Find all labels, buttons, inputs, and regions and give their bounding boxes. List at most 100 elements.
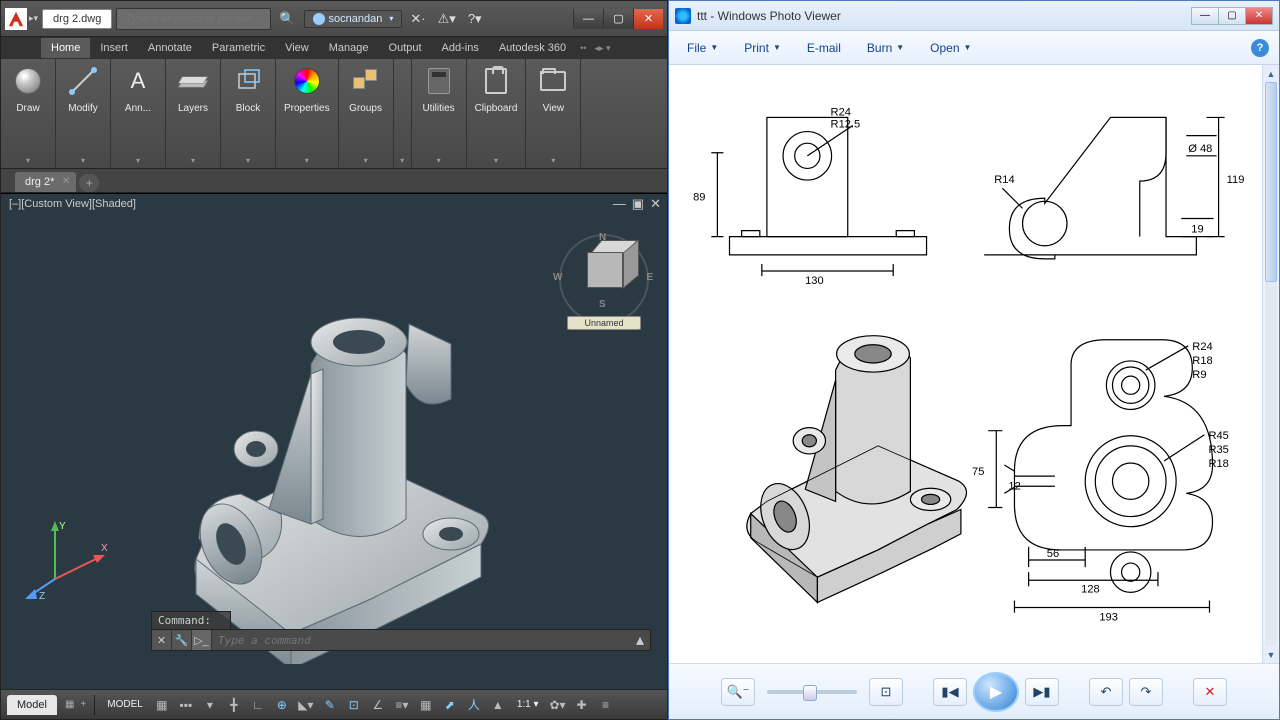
close-button[interactable]: ✕ — [633, 9, 663, 29]
gear-icon[interactable]: ✿▾ — [547, 694, 569, 716]
viewcube[interactable]: N W E S Unnamed — [559, 234, 649, 324]
cmd-options-icon[interactable]: 🔧 — [172, 630, 192, 650]
help-icon[interactable]: ?▾ — [464, 11, 486, 27]
polar-button[interactable]: ⊕ — [271, 694, 293, 716]
panel-modify[interactable]: Modify▾ — [56, 59, 111, 168]
panel-clipboard[interactable]: Clipboard▾ — [467, 59, 527, 168]
lineweight-button[interactable]: ≡▾ — [391, 694, 413, 716]
menu-print[interactable]: Print▼ — [736, 37, 789, 59]
panel-view[interactable]: View▾ — [526, 59, 581, 168]
tab-addins[interactable]: Add-ins — [432, 38, 489, 58]
zoom-slider[interactable] — [767, 690, 857, 694]
delete-button[interactable]: ✕ — [1193, 678, 1227, 706]
snap-button[interactable]: ▪▪▪ — [175, 694, 197, 716]
panel-utilities[interactable]: Utilities▾ — [412, 59, 467, 168]
transparency-button[interactable]: ▦ — [415, 694, 437, 716]
customize-button[interactable]: ✚ — [571, 694, 593, 716]
space-label[interactable]: MODEL — [101, 699, 149, 710]
panel-layers[interactable]: Layers▾ — [166, 59, 221, 168]
3dosnap-button[interactable]: ⊡ — [343, 694, 365, 716]
layout-add-icon[interactable]: + — [78, 699, 88, 710]
tab-manage[interactable]: Manage — [319, 38, 379, 58]
command-input[interactable] — [212, 631, 630, 650]
pv-image-canvas[interactable]: R24 R12.5 89 130 R14 119 Ø 48 19 — [669, 65, 1279, 663]
ribbon-tabs: Home Insert Annotate Parametric View Man… — [1, 37, 667, 59]
viewport[interactable]: [–][Custom View][Shaded] — ▣ ✕ N W E S U… — [1, 193, 667, 689]
pv-close-button[interactable]: ✕ — [1245, 7, 1273, 25]
stay-connected-icon[interactable]: ⚠▾ — [434, 11, 460, 27]
panel-annotation[interactable]: A Ann...▾ — [111, 59, 166, 168]
pv-maximize-button[interactable]: ▢ — [1218, 7, 1246, 25]
signin-user[interactable]: socnandan▾ — [304, 10, 403, 28]
panel-properties[interactable]: Properties▾ — [276, 59, 339, 168]
next-button[interactable]: ▶▮ — [1025, 678, 1059, 706]
scroll-down-icon[interactable]: ▼ — [1263, 646, 1279, 663]
vp-maximize-icon[interactable]: ▣ — [632, 196, 644, 212]
tab-annotate[interactable]: Annotate — [138, 38, 202, 58]
panel-separator: ▾ — [394, 59, 412, 168]
panel-block[interactable]: Block▾ — [221, 59, 276, 168]
actual-size-button[interactable]: ⊡ — [869, 678, 903, 706]
tab-insert[interactable]: Insert — [90, 38, 138, 58]
statusbar-menu-icon[interactable]: ≡ — [595, 694, 617, 716]
previous-button[interactable]: ▮◀ — [933, 678, 967, 706]
menu-burn[interactable]: Burn▼ — [859, 37, 912, 59]
help-search-input[interactable] — [116, 8, 271, 30]
scale-label[interactable]: 1:1 ▾ — [511, 699, 545, 710]
model-tab[interactable]: Model — [7, 695, 57, 715]
viewport-label[interactable]: [–][Custom View][Shaded] — [9, 198, 136, 210]
ribbon-collapse-icon[interactable]: ◂▸ ▾ — [590, 43, 614, 54]
iso-button[interactable]: ◣▾ — [295, 694, 317, 716]
layout-switch-icon[interactable]: ▦ — [63, 699, 76, 710]
pv-menubar: File▼ Print▼ E-mail Burn▼ Open▼ ? — [669, 31, 1279, 65]
osnap-button[interactable]: ✎ — [319, 694, 341, 716]
viewcube-label[interactable]: Unnamed — [567, 316, 641, 330]
svg-text:Z: Z — [39, 591, 45, 599]
rotate-ccw-button[interactable]: ↶ — [1089, 678, 1123, 706]
pv-help-icon[interactable]: ? — [1251, 39, 1269, 57]
otrack-button[interactable]: ∠ — [367, 694, 389, 716]
close-tab-icon[interactable]: ✕ — [62, 176, 70, 187]
exchange-icon[interactable]: ✕· — [406, 11, 429, 27]
tab-home[interactable]: Home — [41, 38, 90, 58]
svg-text:R45: R45 — [1208, 430, 1228, 442]
scroll-thumb[interactable] — [1265, 82, 1277, 282]
ortho-button[interactable]: ∟ — [247, 694, 269, 716]
menu-email[interactable]: E-mail — [799, 37, 849, 59]
menu-open[interactable]: Open▼ — [922, 37, 979, 59]
filename-display[interactable]: drg 2.dwg — [42, 9, 112, 29]
tab-output[interactable]: Output — [379, 38, 432, 58]
search-icon[interactable]: 🔍 — [275, 11, 299, 27]
dropdown-icon[interactable]: ▾ — [199, 694, 221, 716]
rotate-cw-button[interactable]: ↷ — [1129, 678, 1163, 706]
tab-view[interactable]: View — [275, 38, 319, 58]
minimize-button[interactable]: — — [573, 9, 603, 29]
panel-draw[interactable]: Draw▾ — [1, 59, 56, 168]
tab-parametric[interactable]: Parametric — [202, 38, 275, 58]
tab-more-icon[interactable]: •• — [576, 43, 590, 53]
slideshow-button[interactable]: ▶ — [973, 672, 1019, 712]
cmd-close-icon[interactable]: ✕ — [152, 630, 172, 650]
dynucs-button[interactable]: 人 — [463, 694, 485, 716]
qat-dropdown-icon[interactable]: ▸▾ — [29, 13, 38, 24]
pv-toolbar: 🔍⁻ ⊡ ▮◀ ▶ ▶▮ ↶ ↷ ✕ — [669, 663, 1279, 719]
pv-minimize-button[interactable]: — — [1191, 7, 1219, 25]
vertical-scrollbar[interactable]: ▲ ▼ — [1262, 65, 1279, 663]
panel-groups[interactable]: Groups▾ — [339, 59, 394, 168]
vp-minimize-icon[interactable]: — — [613, 196, 626, 212]
scroll-up-icon[interactable]: ▲ — [1263, 65, 1279, 82]
infer-button[interactable]: ╋ — [223, 694, 245, 716]
doc-tab-drg2[interactable]: drg 2*✕ — [15, 172, 76, 192]
maximize-button[interactable]: ▢ — [603, 9, 633, 29]
cmd-expand-icon[interactable]: ▴ — [630, 630, 650, 650]
window-controls: — ▢ ✕ — [573, 9, 663, 29]
zoom-button[interactable]: 🔍⁻ — [721, 678, 755, 706]
new-tab-button[interactable]: + — [79, 174, 99, 192]
autocad-logo-icon[interactable] — [5, 8, 27, 30]
menu-file[interactable]: File▼ — [679, 37, 726, 59]
filterselection-button[interactable]: ▲ — [487, 694, 509, 716]
cycling-button[interactable]: ⬈ — [439, 694, 461, 716]
vp-close-icon[interactable]: ✕ — [650, 196, 661, 212]
tab-a360[interactable]: Autodesk 360 — [489, 38, 576, 58]
grid-button[interactable]: ▦ — [151, 694, 173, 716]
